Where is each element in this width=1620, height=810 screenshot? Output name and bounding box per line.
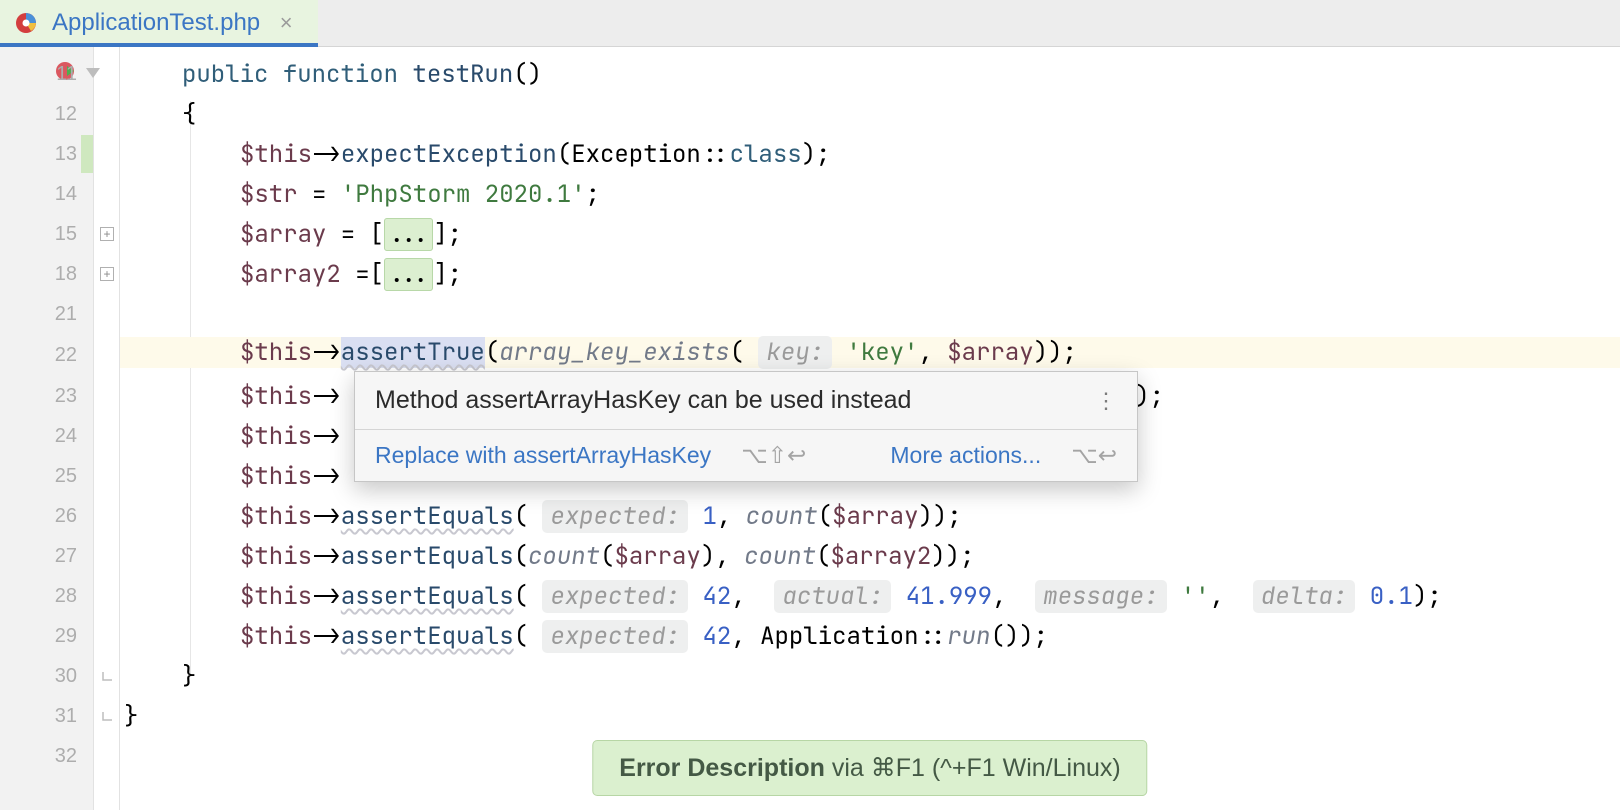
fold-end-icon[interactable] (100, 671, 114, 685)
code-line[interactable]: $str = 'PhpStorm 2020.1'; (240, 179, 600, 210)
editor-tabbar: ApplicationTest.php × (0, 0, 1620, 47)
param-hint: actual: (774, 580, 891, 613)
line-number[interactable]: 13 (55, 143, 77, 166)
code-line[interactable]: } (182, 661, 196, 692)
code-line[interactable]: $this->expectException(Exception::class)… (240, 139, 830, 170)
gutter[interactable]: 11 12 13 14 15 18 21 22 23 24 25 26 27 2… (0, 47, 94, 810)
line-number[interactable]: 25 (55, 465, 77, 488)
line-number[interactable]: 11 (56, 63, 77, 86)
code-line[interactable]: $this->assertEquals( expected: 1, count(… (240, 501, 962, 532)
line-number[interactable]: 26 (55, 505, 77, 528)
param-hint: delta: (1253, 580, 1355, 613)
fold-column[interactable]: + + (94, 47, 120, 810)
cakephp-icon (14, 11, 38, 35)
code-line[interactable]: $array2 =[...]; (240, 259, 462, 290)
code-line[interactable]: $this-> (240, 421, 341, 452)
hint-title: Error Description (619, 754, 825, 782)
line-number[interactable]: 23 (55, 385, 77, 408)
code-line[interactable]: $this-> (240, 461, 341, 492)
quick-fix-action[interactable]: Replace with assertArrayHasKey (375, 442, 711, 469)
folded-region[interactable]: ... (384, 258, 433, 291)
line-number[interactable]: 31 (55, 705, 77, 728)
param-hint: expected: (542, 580, 688, 613)
code-line[interactable]: { (182, 99, 196, 130)
code-line[interactable]: $this->assertEquals(count($array), count… (240, 541, 974, 572)
line-number[interactable]: 22 (55, 344, 77, 367)
line-number[interactable]: 12 (55, 103, 77, 126)
line-number[interactable]: 24 (55, 425, 77, 448)
code-editor[interactable]: 11 12 13 14 15 18 21 22 23 24 25 26 27 2… (0, 47, 1620, 810)
line-number[interactable]: 30 (55, 665, 77, 688)
close-icon[interactable]: × (274, 10, 298, 36)
line-number[interactable]: 18 (55, 263, 77, 286)
param-hint: expected: (542, 620, 688, 653)
code-area[interactable]: public function testRun() { $this->expec… (120, 47, 1620, 810)
vcs-change-marker (81, 135, 93, 173)
line-number[interactable]: 14 (55, 183, 77, 206)
line-number[interactable]: 29 (55, 625, 77, 648)
code-line[interactable]: $this->assertEquals( expected: 42, Appli… (240, 621, 1048, 652)
popup-message: Method assertArrayHasKey can be used ins… (375, 386, 911, 415)
folded-region[interactable]: ... (384, 218, 433, 251)
file-tab-label: ApplicationTest.php (52, 9, 260, 37)
hint-text: via ⌘F1 (^+F1 Win/Linux) (825, 754, 1121, 782)
param-hint: expected: (542, 500, 688, 533)
line-number[interactable]: 28 (55, 585, 77, 608)
param-hint: key: (758, 336, 832, 369)
line-number[interactable]: 32 (55, 745, 77, 768)
intention-popup: Method assertArrayHasKey can be used ins… (354, 371, 1138, 482)
fold-expand-icon[interactable]: + (100, 227, 114, 241)
line-number[interactable]: 27 (55, 545, 77, 568)
code-line[interactable]: } (124, 701, 138, 732)
fold-collapse-icon[interactable] (82, 61, 104, 83)
line-number[interactable]: 15 (55, 223, 77, 246)
more-icon[interactable]: ⋮ (1095, 388, 1117, 414)
fold-end-icon[interactable] (100, 711, 114, 725)
code-line[interactable]: public function testRun() (182, 59, 542, 90)
shortcut-label: ⌥⇧↩ (741, 442, 806, 469)
file-tab[interactable]: ApplicationTest.php × (0, 0, 318, 46)
code-line-highlighted[interactable]: $this->assertTrue(array_key_exists( key:… (120, 337, 1620, 368)
highlighted-method: assertTrue (341, 337, 485, 368)
param-hint: message: (1035, 580, 1166, 613)
code-line[interactable]: $this->assertEquals( expected: 42, actua… (240, 581, 1442, 612)
hint-banner: Error Description via ⌘F1 (^+F1 Win/Linu… (592, 740, 1147, 796)
line-number[interactable]: 21 (55, 303, 77, 326)
shortcut-label: ⌥↩ (1071, 442, 1117, 469)
code-line[interactable]: $array = [...]; (240, 219, 462, 250)
more-actions-link[interactable]: More actions... (890, 442, 1041, 469)
fold-expand-icon[interactable]: + (100, 267, 114, 281)
